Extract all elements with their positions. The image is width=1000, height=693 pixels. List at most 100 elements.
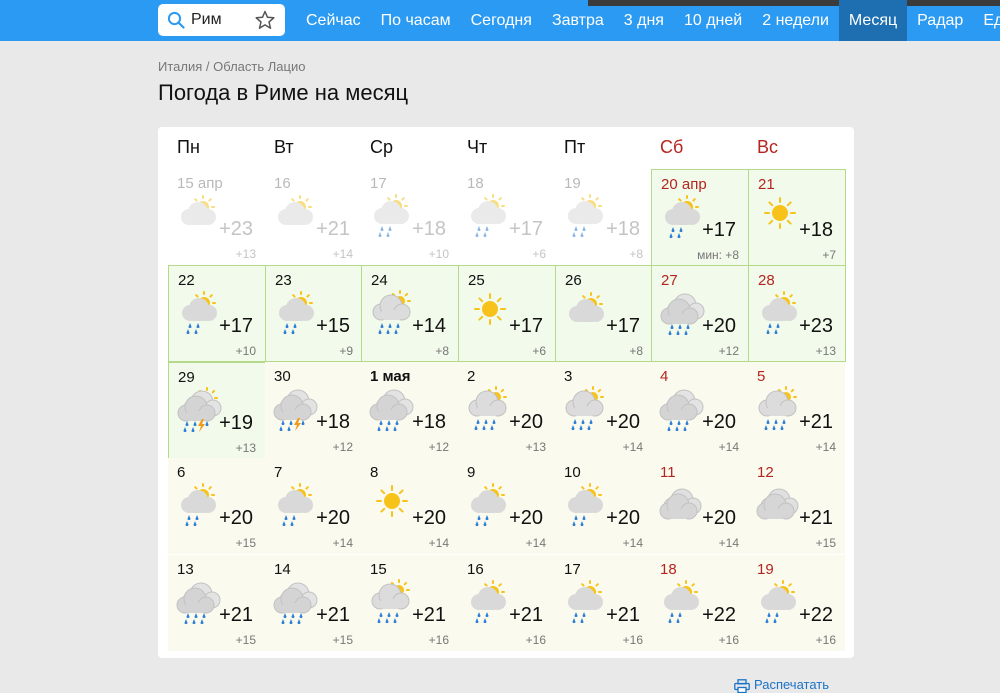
day-cell[interactable]: 20 апр +17 мин: +8 — [651, 169, 749, 266]
nav-tab[interactable]: По часам — [371, 0, 461, 41]
day-cell[interactable]: 2 +20 +13 — [458, 362, 555, 458]
cloudy-rain-icon — [176, 579, 222, 630]
day-cell[interactable]: 6 +20 +15 — [168, 458, 265, 554]
day-low-temp: +14 — [525, 536, 546, 550]
day-high-temp: +17 — [509, 218, 543, 240]
day-high-temp: +22 — [702, 604, 736, 626]
day-low-temp: +13 — [235, 247, 256, 261]
day-low-temp: +16 — [622, 633, 643, 647]
day-cell[interactable]: 22 +17 +10 — [168, 265, 266, 362]
day-cell[interactable]: 21 +18 +7 — [748, 169, 846, 266]
breadcrumb[interactable]: Италия / Область Лацио — [158, 59, 305, 74]
day-date: 26 — [565, 272, 582, 289]
day-date: 14 — [274, 561, 291, 578]
partly-cloudy-icon — [273, 193, 319, 244]
day-low-temp: +7 — [822, 248, 836, 262]
day-cell[interactable]: 19 +18 +8 — [555, 169, 652, 265]
day-high-temp: +18 — [606, 218, 640, 240]
day-cell[interactable]: 29 +19 +13 — [168, 362, 266, 459]
day-date: 18 — [467, 175, 484, 192]
cloudy-rain-icon — [273, 579, 319, 630]
day-cell[interactable]: 13 +21 +15 — [168, 555, 265, 651]
partly-cloudy-rain-icon — [274, 290, 320, 341]
nav-tab[interactable]: Месяц — [838, 0, 908, 41]
day-cell[interactable]: 9 +20 +14 — [458, 458, 555, 554]
day-low-temp: +14 — [718, 440, 739, 454]
day-cell[interactable]: 25 +17 +6 — [458, 265, 556, 362]
day-cell[interactable]: 15 апр +23 +13 — [168, 169, 265, 265]
day-cell[interactable]: 16 +21 +16 — [458, 555, 555, 651]
day-low-temp: +14 — [622, 536, 643, 550]
day-cell[interactable]: 24 +14 +8 — [361, 265, 459, 362]
nav-tab[interactable]: 10 дней — [674, 0, 752, 41]
day-cell[interactable]: 3 +20 +14 — [555, 362, 652, 458]
nav-tab[interactable]: 3 дня — [614, 0, 674, 41]
day-high-temp: +21 — [316, 218, 350, 240]
nav-tab[interactable]: Ед — [973, 0, 1000, 41]
day-date: 21 — [758, 176, 775, 193]
day-high-temp: +17 — [219, 315, 253, 337]
day-high-temp: +14 — [412, 315, 446, 337]
nav-tab[interactable]: Сейчас — [296, 0, 371, 41]
day-cell[interactable]: 15 +21 +16 — [361, 555, 458, 651]
day-date: 19 — [564, 175, 581, 192]
cloudy-icon — [756, 482, 802, 533]
day-cell[interactable]: 8 +20 +14 — [361, 458, 458, 554]
city-search-box[interactable] — [158, 4, 285, 36]
weekday-header: Ср — [370, 137, 394, 157]
weekday-header: Сб — [660, 137, 684, 157]
day-cell[interactable]: 17 +21 +16 — [555, 555, 652, 651]
day-cell[interactable]: 28 +23 +13 — [748, 265, 846, 362]
day-cell[interactable]: 19 +22 +16 — [748, 555, 845, 651]
day-cell[interactable]: 23 +15 +9 — [265, 265, 363, 362]
day-cell[interactable]: 12 +21 +15 — [748, 458, 845, 554]
day-low-temp: +12 — [332, 440, 353, 454]
day-high-temp: +20 — [606, 411, 640, 433]
day-cell[interactable]: 16 +21 +14 — [265, 169, 362, 265]
day-high-temp: +20 — [702, 507, 736, 529]
day-cell[interactable]: 14 +21 +15 — [265, 555, 362, 651]
partly-cloudy-rain-icon — [466, 482, 512, 533]
partly-cloudy-rain-icon — [466, 579, 512, 630]
day-high-temp: +21 — [509, 604, 543, 626]
partly-cloudy-rain-icon — [757, 290, 803, 341]
month-calendar: Пн Вт Ср Чт Пт Сб Вс 15 апр +23 +13 16 +21 +14 17 +18 +… — [158, 127, 854, 658]
day-high-temp: +20 — [412, 507, 446, 529]
search-icon — [167, 11, 185, 29]
day-cell[interactable]: 11 +20 +14 — [651, 458, 748, 554]
day-low-temp: +8 — [435, 344, 449, 358]
day-cell[interactable]: 18 +22 +16 — [651, 555, 748, 651]
partly-cloudy-icon — [564, 290, 610, 341]
day-low-temp: +12 — [718, 344, 739, 358]
printer-icon — [734, 679, 750, 693]
nav-tab[interactable]: Сегодня — [461, 0, 542, 41]
day-high-temp: +18 — [412, 411, 446, 433]
cloud-thunder-icon — [273, 386, 319, 437]
day-high-temp: +23 — [219, 218, 253, 240]
weekday-header: Пн — [177, 137, 200, 157]
weekday-header: Вт — [274, 137, 294, 157]
day-high-temp: +21 — [799, 507, 833, 529]
nav-tab[interactable]: Радар — [907, 0, 973, 41]
day-high-temp: +15 — [316, 315, 350, 337]
day-high-temp: +21 — [316, 604, 350, 626]
day-cell[interactable]: 27 +20 +12 — [651, 265, 749, 362]
day-cell[interactable]: 26 +17 +8 — [555, 265, 653, 362]
day-cell[interactable]: 7 +20 +14 — [265, 458, 362, 554]
day-cell[interactable]: 18 +17 +6 — [458, 169, 555, 265]
day-cell[interactable]: 10 +20 +14 — [555, 458, 652, 554]
day-date: 8 — [370, 464, 379, 481]
day-low-temp: +13 — [235, 441, 256, 455]
favorite-star-icon[interactable] — [255, 10, 275, 30]
day-cell[interactable]: 30 +18 +12 — [265, 362, 362, 458]
day-low-temp: +12 — [428, 440, 449, 454]
day-cell[interactable]: 5 +21 +14 — [748, 362, 845, 458]
day-cell[interactable]: 1 мая +18 +12 — [361, 362, 458, 458]
partly-cloudy-rain-icon — [563, 579, 609, 630]
search-input[interactable] — [191, 9, 253, 31]
nav-tab[interactable]: 2 недели — [752, 0, 839, 41]
day-cell[interactable]: 17 +18 +10 — [361, 169, 458, 265]
nav-tab[interactable]: Завтра — [542, 0, 614, 41]
day-date: 6 — [177, 464, 186, 481]
day-cell[interactable]: 4 +20 +14 — [651, 362, 748, 458]
